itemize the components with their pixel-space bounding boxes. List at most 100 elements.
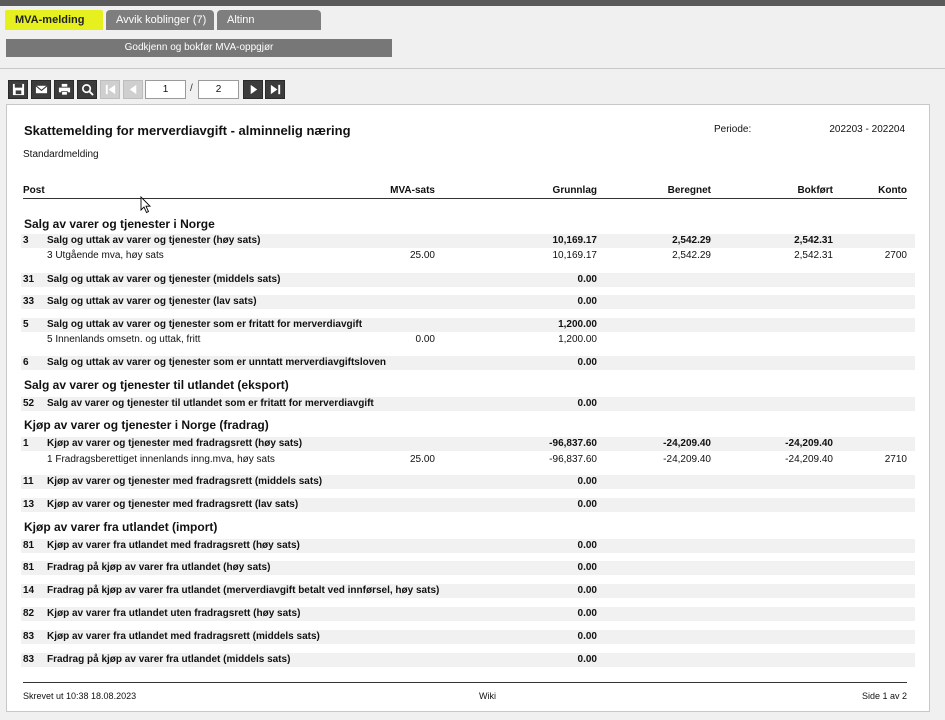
cell-grunnlag: -96,837.60 — [549, 454, 597, 465]
footer-center: Wiki — [479, 691, 496, 701]
col-bokfort: Bokført — [797, 185, 833, 196]
tab-bar: MVA-melding Avvik koblinger (7) Altinn — [0, 6, 945, 30]
search-icon[interactable] — [77, 80, 97, 99]
cell-beregnet: -24,209.40 — [663, 438, 711, 449]
detail-row: 3 Utgående mva, høy sats 25.00 10,169.17 2,… — [21, 249, 915, 263]
col-grunnlag: Grunnlag — [552, 185, 597, 196]
section-title: Kjøp av varer og tjenester i Norge (frad… — [24, 418, 269, 432]
cell-grunnlag: 1,200.00 — [558, 334, 597, 345]
cell-post: 14 — [23, 585, 35, 596]
table-row: 83 Fradrag på kjøp av varer fra utlandet … — [21, 653, 915, 667]
cell-post: 1 — [23, 438, 29, 449]
cell-post: 83 — [23, 631, 35, 642]
cell-text: Kjøp av varer og tjenester med fradragsr… — [47, 476, 323, 487]
cell-grunnlag: 0.00 — [577, 654, 597, 665]
table-row: 31 Salg og uttak av varer og tjenester (m… — [21, 273, 915, 287]
cell-text: Salg og uttak av varer og tjenester (mid… — [47, 274, 281, 285]
table-row: 14 Fradrag på kjøp av varer fra utlandet … — [21, 584, 915, 598]
cell-text: 1 Fradragsberettiget innenlands inng.mva… — [47, 454, 275, 465]
print-icon[interactable] — [54, 80, 74, 99]
detail-row: 1 Fradragsberettiget innenlands inng.mva… — [21, 453, 915, 467]
cell-grunnlag: 10,169.17 — [552, 235, 598, 246]
tab-mva-melding[interactable]: MVA-melding — [5, 10, 103, 30]
cell-text: Kjøp av varer og tjenester med fradragsr… — [47, 499, 299, 510]
approve-button[interactable]: Godkjenn og bokfør MVA-oppgjør — [6, 39, 392, 57]
cell-bokfort: 2,542.31 — [794, 235, 833, 246]
mouse-cursor-icon — [140, 196, 152, 214]
cell-grunnlag: 0.00 — [577, 476, 597, 487]
table-row: 83 Kjøp av varer fra utlandet med fradrag… — [21, 630, 915, 644]
table-row: 33 Salg og uttak av varer og tjenester (l… — [21, 295, 915, 309]
cell-post: 81 — [23, 540, 35, 551]
next-page-icon[interactable] — [243, 80, 263, 99]
first-page-icon[interactable] — [100, 80, 120, 99]
col-mva-sats: MVA-sats — [390, 185, 435, 196]
cell-konto: 2710 — [884, 454, 907, 465]
cell-text: Salg og uttak av varer og tjenester (høy… — [47, 235, 261, 246]
cell-sats: 0.00 — [415, 334, 435, 345]
cell-grunnlag: 0.00 — [577, 274, 597, 285]
cell-beregnet: -24,209.40 — [663, 454, 711, 465]
cell-post: 81 — [23, 562, 35, 573]
current-page-input[interactable]: 1 — [145, 80, 186, 99]
table-row: 13 Kjøp av varer og tjenester med fradrag… — [21, 498, 915, 512]
cell-text: Kjøp av varer fra utlandet med fradragsr… — [47, 631, 320, 642]
table-row: 5 Salg og uttak av varer og tjenester som… — [21, 318, 915, 332]
cell-post: 13 — [23, 499, 35, 510]
divider — [0, 68, 945, 69]
cell-beregnet: 2,542.29 — [672, 235, 711, 246]
cell-grunnlag: 0.00 — [577, 631, 597, 642]
printed-timestamp: Skrevet ut 10:38 18.08.2023 — [23, 691, 137, 701]
header-rule — [23, 198, 907, 199]
table-row: 52 Salg av varer og tjenester til utlande… — [21, 397, 915, 411]
col-beregnet: Beregnet — [667, 185, 711, 196]
table-row: 81 Kjøp av varer fra utlandet med fradrag… — [21, 539, 915, 553]
table-row: 82 Kjøp av varer fra utlandet uten fradra… — [21, 607, 915, 621]
cell-text: Salg og uttak av varer og tjenester (lav… — [47, 296, 257, 307]
cell-bokfort: 2,542.31 — [794, 250, 833, 261]
section-title: Kjøp av varer fra utlandet (import) — [24, 520, 218, 534]
table-row: 1 Kjøp av varer og tjenester med fradrags… — [21, 437, 915, 451]
cell-text: Salg og uttak av varer og tjenester som … — [47, 319, 363, 330]
cell-bokfort: -24,209.40 — [785, 438, 833, 449]
section-title: Salg av varer og tjenester i Norge — [24, 217, 215, 231]
cell-text: Fradrag på kjøp av varer fra utlandet (h… — [47, 562, 271, 573]
cell-text: Kjøp av varer fra utlandet uten fradrags… — [47, 608, 301, 619]
cell-text: Fradrag på kjøp av varer fra utlandet (m… — [47, 654, 291, 665]
cell-bokfort: -24,209.40 — [785, 454, 833, 465]
mail-icon[interactable] — [31, 80, 51, 99]
cell-grunnlag: 0.00 — [577, 398, 597, 409]
cell-grunnlag: 0.00 — [577, 357, 597, 368]
cell-konto: 2700 — [884, 250, 907, 261]
cell-text: Kjøp av varer fra utlandet med fradragsr… — [47, 540, 300, 551]
report-subtitle: Standardmelding — [23, 149, 99, 160]
cell-post: 3 — [23, 235, 29, 246]
periode-value: 202203 - 202204 — [829, 124, 905, 135]
prev-page-icon[interactable] — [123, 80, 143, 99]
tab-avvik-koblinger[interactable]: Avvik koblinger (7) — [106, 10, 214, 30]
footer-rule — [23, 682, 907, 683]
page-separator: / — [190, 83, 193, 94]
cell-text: Kjøp av varer og tjenester med fradragsr… — [47, 438, 303, 449]
cell-grunnlag: 1,200.00 — [558, 319, 597, 330]
section-title: Salg av varer og tjenester til utlandet … — [24, 378, 289, 392]
table-row: 3 Salg og uttak av varer og tjenester (hø… — [21, 234, 915, 248]
cell-text: 5 Innenlands omsetn. og uttak, fritt — [47, 334, 201, 345]
cell-post: 83 — [23, 654, 35, 665]
report-title: Skattemelding for merverdiavgift - almin… — [24, 123, 351, 138]
cell-grunnlag: 0.00 — [577, 540, 597, 551]
cell-text: Fradrag på kjøp av varer fra utlandet (m… — [47, 585, 440, 596]
detail-row: 5 Innenlands omsetn. og uttak, fritt 0.00… — [21, 333, 915, 347]
cell-text: 3 Utgående mva, høy sats — [47, 250, 164, 261]
table-row: 6 Salg og uttak av varer og tjenester som… — [21, 356, 915, 370]
cell-grunnlag: 0.00 — [577, 562, 597, 573]
save-icon[interactable] — [8, 80, 28, 99]
cell-text: Salg og uttak av varer og tjenester som … — [47, 357, 386, 368]
cell-post: 11 — [23, 476, 34, 487]
col-konto: Konto — [878, 185, 907, 196]
cell-sats: 25.00 — [409, 454, 435, 465]
tab-altinn[interactable]: Altinn — [217, 10, 321, 30]
cell-grunnlag: -96,837.60 — [549, 438, 597, 449]
cell-post: 31 — [23, 274, 35, 285]
last-page-icon[interactable] — [265, 80, 285, 99]
